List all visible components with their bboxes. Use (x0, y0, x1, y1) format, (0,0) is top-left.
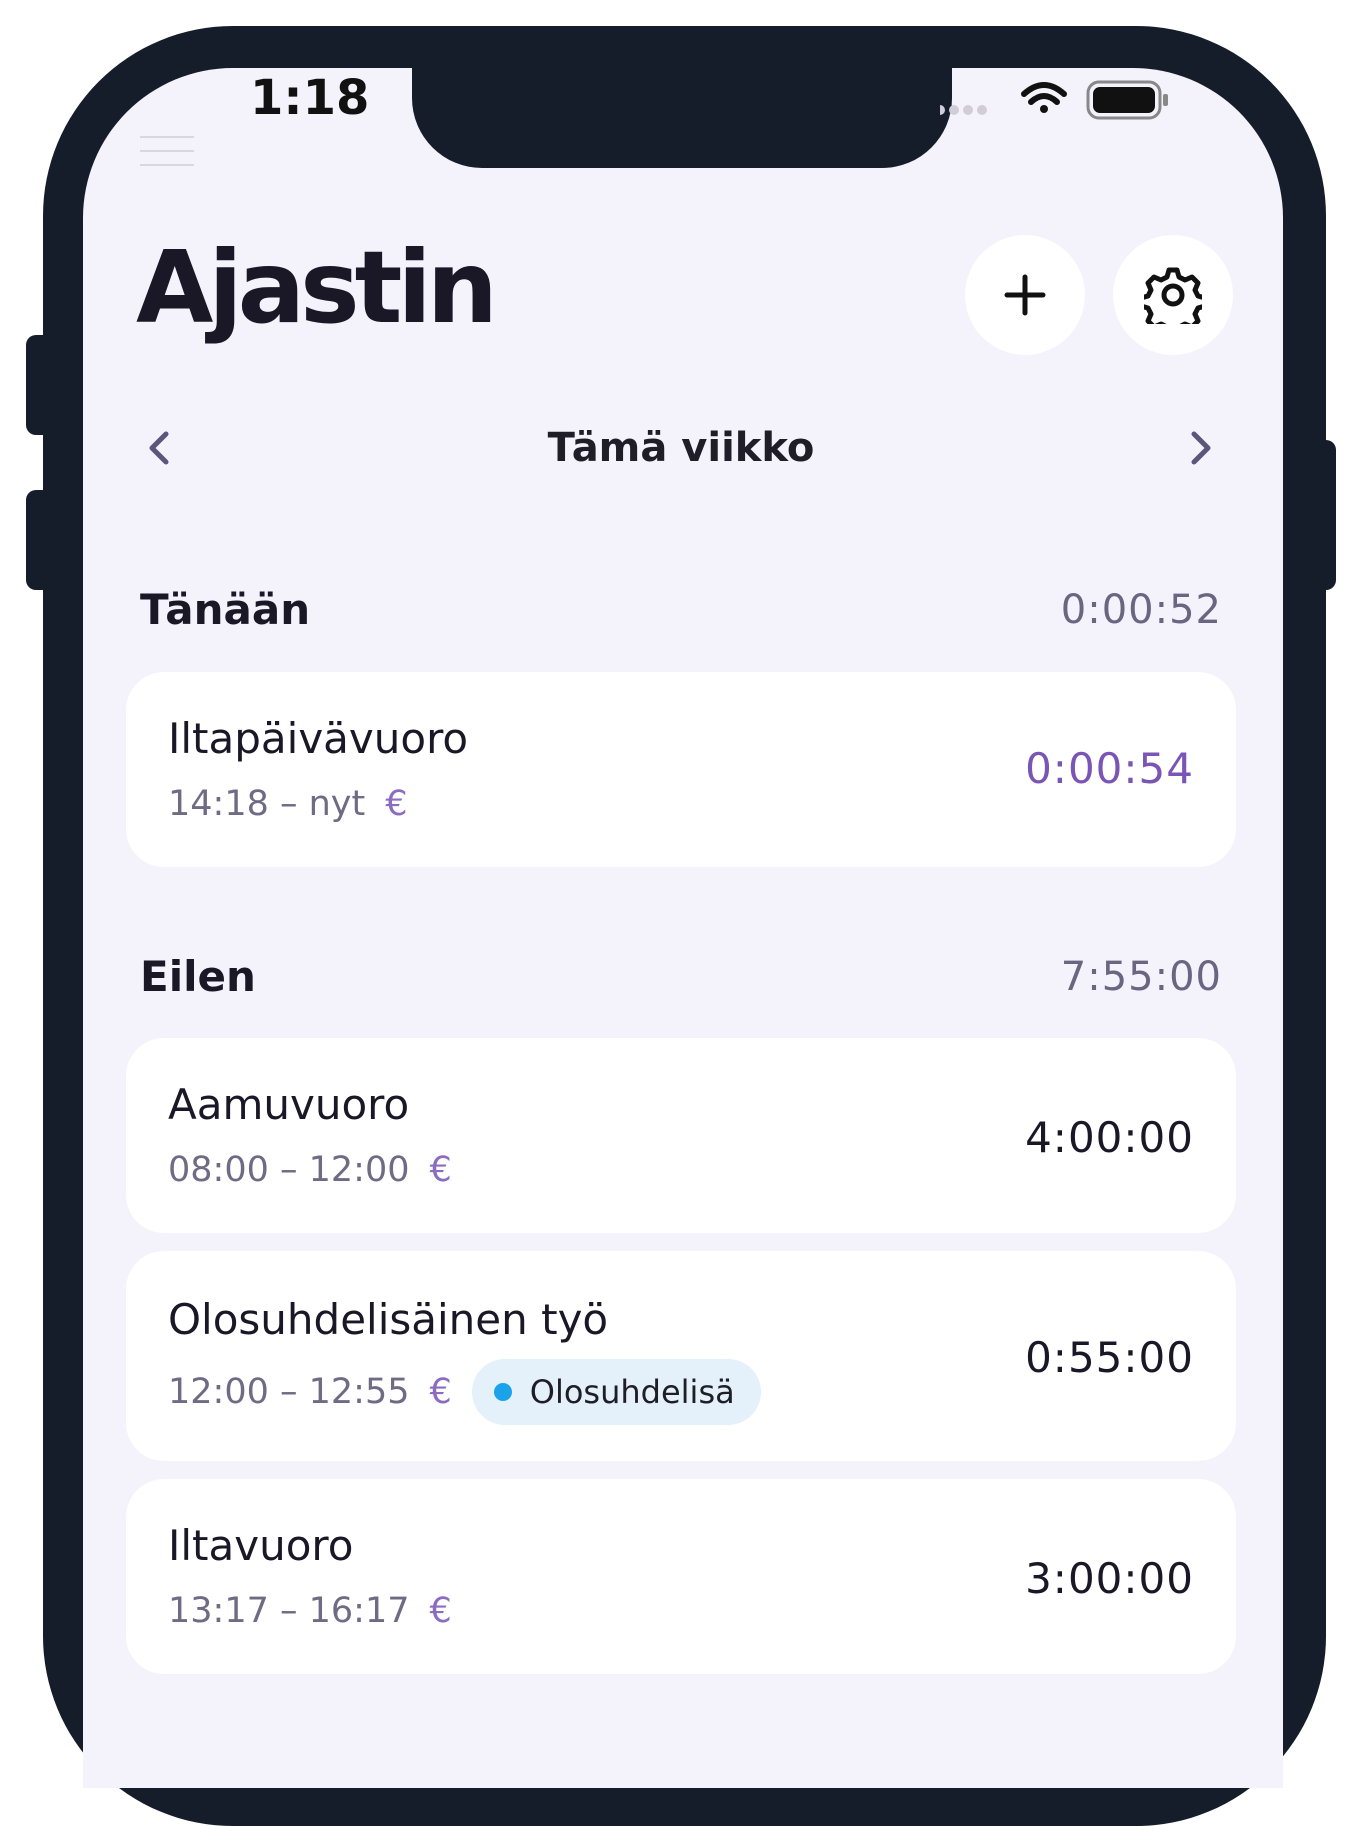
chevron-right-icon (1191, 431, 1211, 465)
euro-icon: € (429, 1150, 452, 1190)
section-label-today: Tänään (140, 585, 311, 634)
entry-time-range: 08:00 – 12:00 € (168, 1150, 452, 1190)
entry-card[interactable]: Olosuhdelisäinen työ 12:00 – 12:55 € Olo… (126, 1251, 1236, 1461)
section-total-today: 0:00:52 (1060, 587, 1222, 633)
entry-duration: 0:00:54 (1025, 744, 1194, 793)
entry-duration: 0:55:00 (1025, 1333, 1194, 1382)
euro-icon: € (385, 784, 408, 824)
entry-time-range: 14:18 – nyt € (168, 784, 408, 824)
euro-icon: € (429, 1372, 452, 1412)
entry-card[interactable]: Iltapäivävuoro 14:18 – nyt € 0:00:54 (126, 672, 1236, 867)
entry-time-range-text: 14:18 – nyt (168, 784, 366, 824)
entry-time-range: 12:00 – 12:55 € Olosuhdelisä (168, 1359, 761, 1425)
section-total-yesterday: 7:55:00 (1060, 954, 1222, 1000)
status-icons (935, 76, 1180, 126)
entry-duration: 4:00:00 (1025, 1113, 1194, 1162)
entry-title: Iltavuoro (168, 1521, 354, 1570)
next-week-button[interactable] (1180, 428, 1220, 468)
side-button-left-1 (26, 335, 56, 435)
gear-icon (1144, 267, 1202, 324)
wifi-icon (1021, 82, 1067, 113)
status-badge-label: Olosuhdelisä (529, 1373, 735, 1411)
entry-card[interactable]: Iltavuoro 13:17 – 16:17 € 3:00:00 (126, 1479, 1236, 1674)
week-label: Tämä viikko (547, 425, 815, 471)
add-button[interactable] (965, 235, 1085, 355)
hamburger-icon[interactable] (140, 136, 194, 176)
signal-dots-icon (935, 105, 987, 115)
entry-time-range-text: 12:00 – 12:55 (168, 1372, 410, 1412)
plus-icon (1004, 274, 1046, 316)
dot-icon (493, 1383, 512, 1401)
entry-time-range-text: 08:00 – 12:00 (168, 1150, 410, 1190)
camera-notch (412, 68, 952, 168)
entry-time-range: 13:17 – 16:17 € (168, 1591, 452, 1631)
side-button-left-2 (26, 490, 56, 590)
section-label-yesterday: Eilen (140, 952, 256, 1001)
entry-card[interactable]: Aamuvuoro 08:00 – 12:00 € 4:00:00 (126, 1038, 1236, 1233)
euro-icon: € (429, 1591, 452, 1631)
settings-button[interactable] (1113, 235, 1233, 355)
entry-title: Iltapäivävuoro (168, 714, 469, 763)
status-badge: Olosuhdelisä (471, 1359, 761, 1425)
entry-duration: 3:00:00 (1025, 1554, 1194, 1603)
battery-icon (1086, 80, 1168, 120)
entry-title: Olosuhdelisäinen työ (168, 1295, 609, 1344)
page-title: Ajastin (136, 229, 498, 346)
status-time: 1:18 (250, 70, 370, 126)
entry-time-range-text: 13:17 – 16:17 (168, 1591, 410, 1631)
entry-title: Aamuvuoro (168, 1080, 410, 1129)
